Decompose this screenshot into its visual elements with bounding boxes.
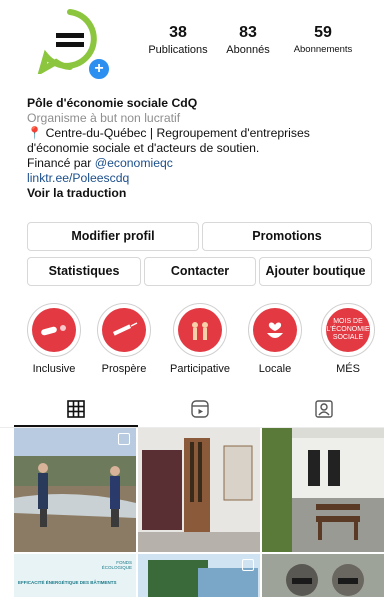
multiple-posts-icon bbox=[118, 433, 130, 445]
post-thumbnail[interactable] bbox=[262, 428, 384, 552]
posts-count-label: Publications bbox=[148, 44, 208, 56]
text-badge-icon: MOIS DE L'ÉCONOMIE SOCIALE bbox=[326, 308, 370, 352]
highlight-label: Prospère bbox=[101, 363, 147, 375]
heart-bowl-icon bbox=[253, 308, 297, 352]
post-overlay-text: FONDS ÉCOLOGIQUE bbox=[101, 560, 132, 570]
posts-count[interactable]: 38 Publications bbox=[148, 24, 208, 56]
posts-count-value: 38 bbox=[169, 24, 187, 41]
highlight-ring bbox=[97, 303, 151, 357]
insights-button[interactable]: Statistiques bbox=[27, 257, 141, 286]
location-pin-icon: 📍 bbox=[27, 126, 43, 140]
post-thumbnail[interactable] bbox=[262, 554, 384, 597]
highlight-ring: MOIS DE L'ÉCONOMIE SOCIALE bbox=[321, 303, 375, 357]
post-thumbnail[interactable] bbox=[138, 428, 260, 552]
reels-icon[interactable] bbox=[186, 399, 214, 419]
highlight-participative[interactable]: Participative bbox=[170, 303, 230, 375]
bio-line1: Centre-du-Québec | Regroupement d'entrep… bbox=[45, 126, 310, 140]
following-count[interactable]: 59 Abonnements bbox=[288, 24, 358, 55]
profile-header: + 38 Publications 83 Abonnés 59 Abonneme… bbox=[0, 0, 384, 92]
post-thumbnail[interactable]: EFFICACITÉ ÉNERGÉTIQUE DES BÂTIMENTS FON… bbox=[14, 554, 136, 597]
profile-tabs bbox=[0, 393, 384, 428]
highlight-mes[interactable]: MOIS DE L'ÉCONOMIE SOCIALE MÉS bbox=[318, 303, 378, 375]
post-thumbnail[interactable] bbox=[138, 554, 260, 597]
highlight-inclusive[interactable]: Inclusive bbox=[24, 303, 84, 375]
profile-bio: Pôle d'économie sociale CdQ Organisme à … bbox=[27, 96, 377, 201]
pills-icon bbox=[32, 308, 76, 352]
syringe-icon bbox=[102, 308, 146, 352]
followers-count[interactable]: 83 Abonnés bbox=[218, 24, 278, 56]
highlight-locale[interactable]: Locale bbox=[245, 303, 305, 375]
highlight-prospere[interactable]: Prospère bbox=[94, 303, 154, 375]
highlight-label: Locale bbox=[258, 363, 292, 375]
add-shop-button[interactable]: Ajouter boutique bbox=[259, 257, 372, 286]
promotions-button[interactable]: Promotions bbox=[202, 222, 372, 251]
highlight-ring bbox=[248, 303, 302, 357]
tagged-icon[interactable] bbox=[310, 399, 338, 419]
hands-icon bbox=[178, 308, 222, 352]
followers-count-value: 83 bbox=[239, 24, 257, 41]
grid-icon[interactable] bbox=[62, 399, 90, 419]
followers-count-label: Abonnés bbox=[226, 44, 270, 56]
profile-link[interactable]: linktr.ee/Poleescdq bbox=[27, 171, 377, 186]
bio-text: 📍 Centre-du-Québec | Regroupement d'entr… bbox=[27, 126, 377, 171]
post-caption-energy: EFFICACITÉ ÉNERGÉTIQUE DES BÂTIMENTS bbox=[18, 580, 117, 585]
mention-link[interactable]: @economieqc bbox=[95, 156, 173, 170]
highlight-ring bbox=[27, 303, 81, 357]
edit-profile-button[interactable]: Modifier profil bbox=[27, 222, 199, 251]
multiple-posts-icon bbox=[242, 559, 254, 571]
highlight-label: Participative bbox=[170, 363, 230, 375]
profile-category: Organisme à but non lucratif bbox=[27, 111, 181, 125]
contact-button[interactable]: Contacter bbox=[144, 257, 256, 286]
highlight-ring bbox=[173, 303, 227, 357]
highlight-label: Inclusive bbox=[32, 363, 76, 375]
bio-line2: d'économie sociale et d'acteurs de souti… bbox=[27, 141, 260, 155]
posts-grid: EFFICACITÉ ÉNERGÉTIQUE DES BÂTIMENTS FON… bbox=[14, 428, 384, 597]
highlight-badge-text: MOIS DE L'ÉCONOMIE SOCIALE bbox=[326, 318, 370, 341]
see-translation-link[interactable]: Voir la traduction bbox=[27, 186, 377, 201]
following-count-label: Abonnements bbox=[293, 44, 353, 55]
add-story-icon[interactable]: + bbox=[87, 57, 111, 81]
funded-by-text: Financé par bbox=[27, 156, 95, 170]
following-count-value: 59 bbox=[314, 24, 332, 41]
active-tab-indicator bbox=[14, 425, 138, 427]
profile-name: Pôle d'économie sociale CdQ bbox=[27, 96, 198, 110]
highlight-label: MÉS bbox=[336, 363, 360, 375]
post-thumbnail[interactable] bbox=[14, 428, 136, 552]
